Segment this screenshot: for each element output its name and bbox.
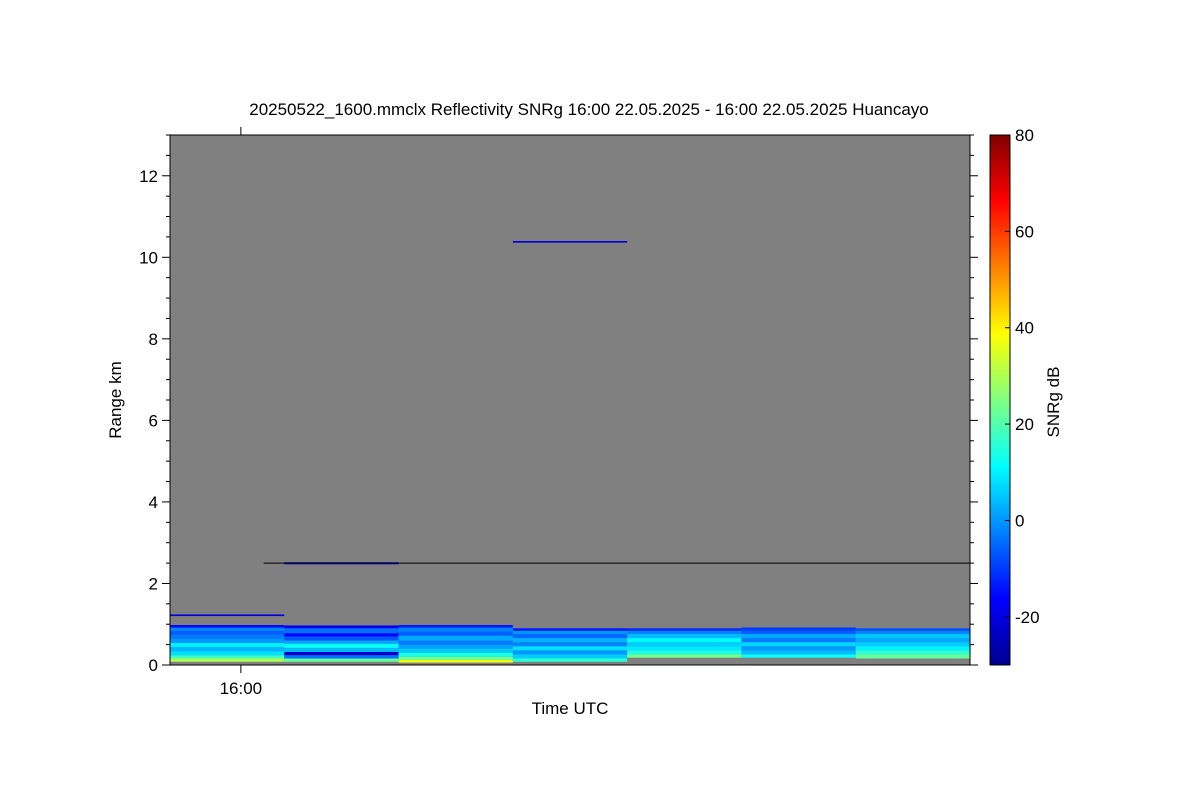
heat-cell-3-8 bbox=[512, 628, 628, 631]
heat-cell-4-0 bbox=[627, 654, 742, 658]
heat-cell-3-1 bbox=[512, 654, 628, 659]
heat-cell-2-4 bbox=[398, 644, 513, 649]
heat-cell-3-6 bbox=[512, 634, 628, 639]
colorbar-tick-label: 80 bbox=[1015, 126, 1034, 145]
heat-cell-1-8 bbox=[284, 628, 399, 634]
heat-cell-5-7 bbox=[741, 627, 856, 631]
colorbar-tick-label: 60 bbox=[1015, 222, 1034, 241]
heat-cell-6-1 bbox=[855, 650, 970, 655]
heat-cell-0-3 bbox=[170, 647, 285, 652]
heat-cell-5-4 bbox=[741, 638, 856, 643]
colorbar-tick-label: 20 bbox=[1015, 415, 1034, 434]
heat-cell-0-2 bbox=[170, 651, 285, 656]
y-tick-label: 12 bbox=[139, 167, 158, 186]
heat-cell-0-5 bbox=[170, 638, 285, 643]
heat-cell-3-0 bbox=[512, 658, 628, 662]
y-tick-label: 6 bbox=[149, 411, 158, 430]
y-tick-label: 4 bbox=[149, 493, 158, 512]
heat-cell-0-9 bbox=[170, 625, 285, 628]
y-tick-label: 10 bbox=[139, 248, 158, 267]
heat-cell-0-6 bbox=[170, 634, 285, 639]
heat-cell-4-1 bbox=[627, 650, 742, 655]
heat-cell-5-6 bbox=[741, 630, 856, 635]
heat-cell-0-7 bbox=[170, 630, 285, 635]
heat-cell-5-5 bbox=[741, 634, 856, 639]
heat-cell-2-9 bbox=[398, 625, 513, 628]
heat-cell-0-4 bbox=[170, 642, 285, 648]
y-tick-label: 2 bbox=[149, 574, 158, 593]
x-axis-label: Time UTC bbox=[532, 699, 609, 718]
heat-cell-4-5 bbox=[627, 634, 742, 639]
heat-cell-3-7 bbox=[512, 630, 628, 635]
heat-cell-0-1 bbox=[170, 655, 285, 659]
heat-cell-6-5 bbox=[855, 634, 970, 639]
heat-cell-4-2 bbox=[627, 646, 742, 651]
heat-cell-2-2 bbox=[398, 652, 513, 657]
heat-cell-6-6 bbox=[855, 630, 970, 635]
heat-cell-2-3 bbox=[398, 648, 513, 653]
heat-cell-6-2 bbox=[855, 646, 970, 651]
heat-cell-1-9 bbox=[284, 625, 399, 629]
colorbar bbox=[989, 134, 1011, 666]
heat-cell-5-2 bbox=[741, 646, 856, 651]
heat-cell-6-0 bbox=[855, 654, 970, 659]
heat-cell-6-3 bbox=[855, 642, 970, 647]
colorbar-label: SNRg dB bbox=[1044, 367, 1063, 438]
heat-cell-1-5 bbox=[284, 640, 399, 644]
heat-cell-6-4 bbox=[855, 638, 970, 643]
heat-cell-1-2 bbox=[284, 651, 399, 656]
reflectivity-figure: 20250522_1600.mmclx Reflectivity SNRg 16… bbox=[106, 100, 1063, 718]
heat-cell-4-7 bbox=[627, 628, 742, 631]
heat-cell-1-3 bbox=[284, 647, 399, 652]
y-tick-label: 0 bbox=[149, 656, 158, 675]
y-tick-label: 8 bbox=[149, 330, 158, 349]
heat-cell-1-1 bbox=[284, 655, 399, 659]
heat-cell-6-7 bbox=[855, 628, 970, 631]
heat-cell-5-1 bbox=[741, 650, 856, 655]
heat-cell-2-8 bbox=[398, 627, 513, 632]
heat-cell-2-7 bbox=[398, 631, 513, 636]
heat-cell-5-3 bbox=[741, 642, 856, 647]
plot-background bbox=[170, 135, 970, 665]
heat-cell-3-3 bbox=[512, 646, 628, 651]
y-axis-label: Range km bbox=[106, 361, 125, 438]
chart-title: 20250522_1600.mmclx Reflectivity SNRg 16… bbox=[249, 100, 929, 119]
heat-cell-2-1 bbox=[398, 656, 513, 661]
heat-cell-0-10 bbox=[170, 614, 285, 617]
heat-cell-3-5 bbox=[512, 638, 628, 643]
heat-cell-1-4 bbox=[284, 643, 399, 648]
heat-cell-4-4 bbox=[627, 638, 742, 643]
heat-cell-1-6 bbox=[284, 636, 399, 641]
colorbar-tick-label: 0 bbox=[1015, 511, 1024, 530]
colorbar-tick-label: -20 bbox=[1015, 608, 1040, 627]
colorbar-tick-label: 40 bbox=[1015, 319, 1034, 338]
heat-cell-1-0 bbox=[284, 658, 399, 662]
heat-cell-0-8 bbox=[170, 627, 285, 631]
heat-cell-5-0 bbox=[741, 654, 856, 658]
x-tick-label: 16:00 bbox=[220, 679, 263, 698]
heat-cell-4-3 bbox=[627, 642, 742, 647]
heat-cell-3-9 bbox=[512, 241, 628, 243]
heat-cell-3-2 bbox=[512, 650, 628, 655]
heat-cell-3-4 bbox=[512, 642, 628, 647]
heat-cell-2-6 bbox=[398, 635, 513, 641]
heat-cell-1-7 bbox=[284, 633, 399, 637]
heat-cell-4-6 bbox=[627, 630, 742, 635]
heat-cell-0-0 bbox=[170, 658, 285, 662]
heat-cell-2-0 bbox=[398, 660, 513, 663]
heat-cell-2-5 bbox=[398, 640, 513, 645]
